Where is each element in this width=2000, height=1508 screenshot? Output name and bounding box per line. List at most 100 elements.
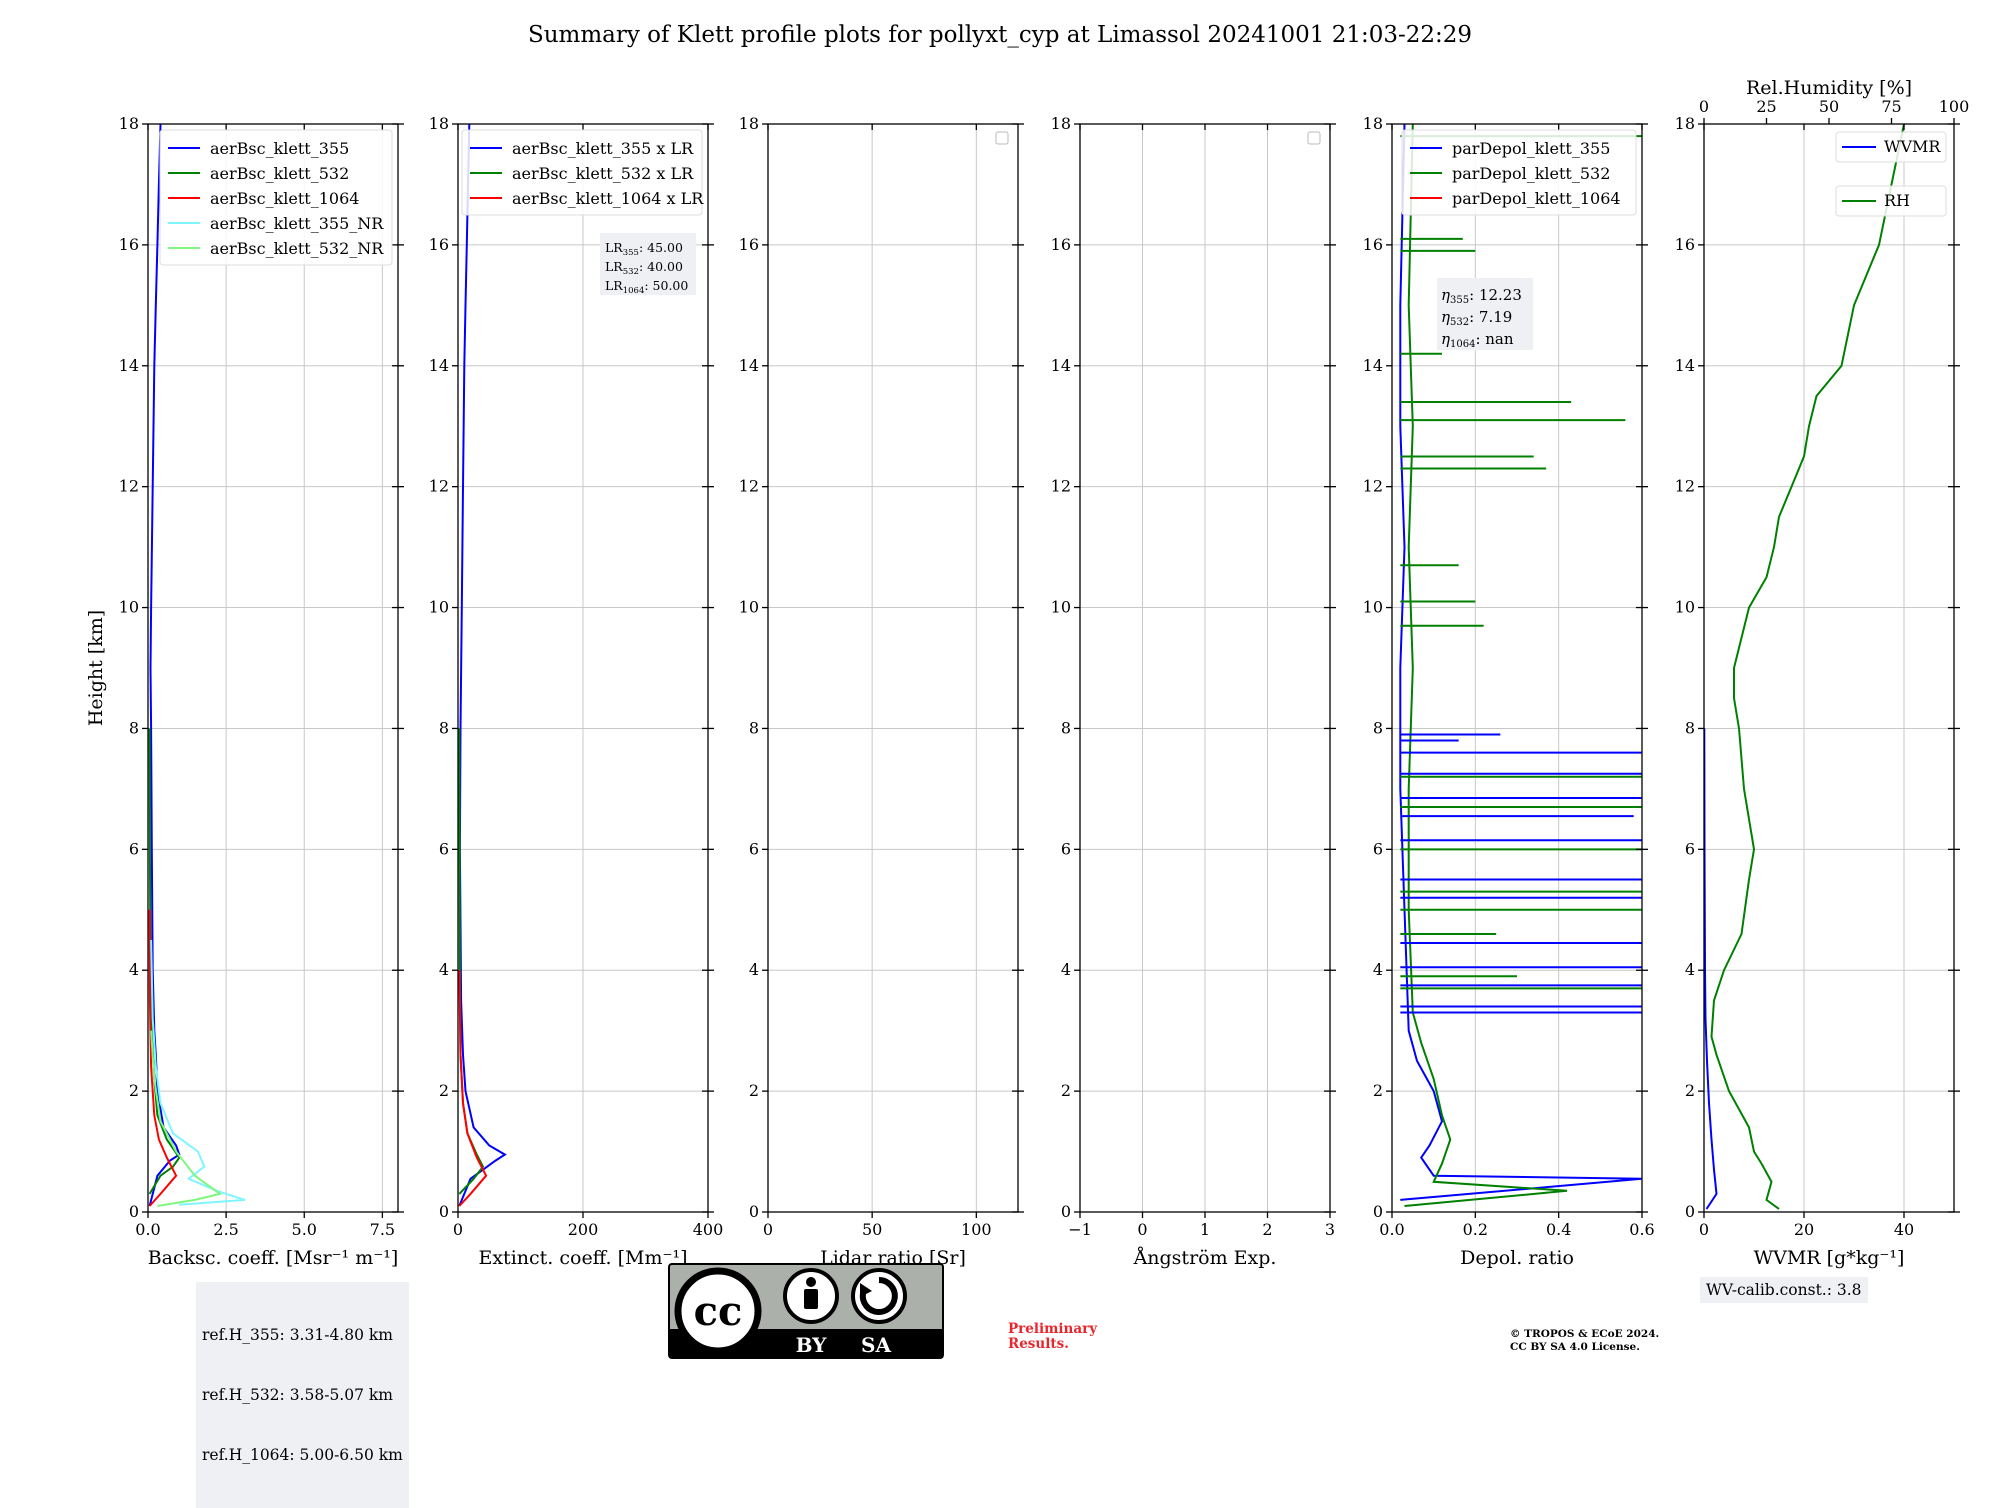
xtick-label: 400 <box>693 1220 724 1239</box>
ytick-label: 18 <box>1363 114 1383 133</box>
xtick-label: 5.0 <box>292 1220 317 1239</box>
ytick-label: 2 <box>129 1081 139 1100</box>
ytick-label: 16 <box>1363 235 1383 254</box>
series-aerBsc_klett_532 <box>148 728 181 1195</box>
ytick-label: 0 <box>1685 1202 1695 1221</box>
ytick-label: 8 <box>1061 718 1071 737</box>
ytick-label: 0 <box>439 1202 449 1221</box>
ytick-label: 10 <box>1363 598 1383 617</box>
copyright-note: © TROPOS & ECoE 2024. CC BY SA 4.0 Licen… <box>1510 1328 1660 1353</box>
cc-sa-label: SA <box>861 1333 891 1357</box>
xtick-label: 0 <box>763 1220 773 1239</box>
ytick-label: 6 <box>1061 839 1071 858</box>
series-aerBsc_klett_532 x LR <box>458 728 485 1195</box>
xtick-label: 0.6 <box>1629 1220 1654 1239</box>
panel-data <box>458 124 507 1207</box>
ytick-label: 14 <box>1675 356 1695 375</box>
ytick-label: 8 <box>749 718 759 737</box>
ytick-label: 16 <box>429 235 449 254</box>
legend-entry: aerBsc_klett_355 <box>210 139 349 158</box>
figure: Summary of Klett profile plots for polly… <box>0 0 2000 1508</box>
ytick-label: 10 <box>429 598 449 617</box>
ytick-label: 8 <box>1373 718 1383 737</box>
xtick-label: 0.0 <box>1379 1220 1404 1239</box>
ytick-label: 18 <box>1051 114 1071 133</box>
xtick-label: 200 <box>568 1220 599 1239</box>
x2tick-label: 100 <box>1939 97 1970 116</box>
legend-entry: aerBsc_klett_532 <box>210 164 349 183</box>
ytick-label: 10 <box>1675 598 1695 617</box>
ytick-label: 4 <box>1373 960 1383 979</box>
ytick-label: 12 <box>1675 477 1695 496</box>
cc-label: cc <box>694 1288 743 1335</box>
empty-legend <box>1307 131 1321 145</box>
ytick-label: 12 <box>739 477 759 496</box>
ytick-label: 2 <box>1685 1081 1695 1100</box>
ytick-label: 10 <box>1051 598 1071 617</box>
xlabel: Extinct. coeff. [Mm⁻¹] <box>478 1247 687 1269</box>
empty-legend <box>995 131 1009 145</box>
ytick-label: 2 <box>439 1081 449 1100</box>
ytick-label: 10 <box>739 598 759 617</box>
ref-height-532: ref.H_532: 3.58-5.07 km <box>202 1386 393 1404</box>
xtick-label: 0 <box>453 1220 463 1239</box>
ytick-label: 4 <box>439 960 449 979</box>
panel-data <box>148 124 246 1207</box>
ytick-label: 4 <box>129 960 139 979</box>
xtick-label: 0.2 <box>1463 1220 1488 1239</box>
xtick-label: −1 <box>1068 1220 1092 1239</box>
legend-entry: parDepol_klett_532 <box>1452 164 1610 183</box>
xtick-label: 0.0 <box>135 1220 160 1239</box>
xlabel: Depol. ratio <box>1460 1247 1574 1269</box>
xtick-label: 0 <box>1699 1220 1709 1239</box>
legend-entry: parDepol_klett_355 <box>1452 139 1610 158</box>
legend-entry: parDepol_klett_1064 <box>1452 189 1621 208</box>
ytick-label: 0 <box>1061 1202 1071 1221</box>
cc-by-sa-logo: cc BY SA <box>668 1263 944 1359</box>
x2tick-label: 75 <box>1881 97 1901 116</box>
xtick-label: 0 <box>1137 1220 1147 1239</box>
preliminary-note: Preliminary Results. <box>1008 1321 1098 1352</box>
panel-6: 0246810121416180 20 40WVMR [g*kg⁻¹]0 25 50 75… <box>1675 77 1970 1269</box>
ytick-label: 8 <box>439 718 449 737</box>
series-WVMR <box>1704 728 1718 1210</box>
xlabel: WVMR [g*kg⁻¹] <box>1754 1247 1905 1269</box>
xtick-label: 2 <box>1262 1220 1272 1239</box>
ytick-label: 6 <box>129 839 139 858</box>
ytick-label: 12 <box>119 477 139 496</box>
ytick-label: 2 <box>749 1081 759 1100</box>
ytick-label: 0 <box>129 1202 139 1221</box>
xtick-label: 100 <box>961 1220 992 1239</box>
legend-entry: aerBsc_klett_1064 <box>210 189 359 208</box>
wv-calib-box: WV-calib.const.: 3.8 <box>1700 1277 1868 1303</box>
legend-entry: aerBsc_klett_355 x LR <box>512 139 694 158</box>
ytick-label: 14 <box>119 356 139 375</box>
legend-entry: RH <box>1884 191 1910 210</box>
ref-heights-box: ref.H_355: 3.31-4.80 km ref.H_532: 3.58-… <box>196 1282 409 1508</box>
plots-canvas: 0246810121416180.0 2.5 5.0 7.5Backsc. coeff… <box>85 77 1970 1269</box>
ytick-label: 0 <box>1373 1202 1383 1221</box>
xlabel: Backsc. coeff. [Msr⁻¹ m⁻¹] <box>148 1247 399 1269</box>
legend-entry: aerBsc_klett_355_NR <box>210 214 384 233</box>
ytick-label: 14 <box>1051 356 1071 375</box>
cc-by-label: BY <box>796 1333 828 1357</box>
x2tick-label: 25 <box>1756 97 1776 116</box>
ytick-label: 0 <box>749 1202 759 1221</box>
ytick-label: 10 <box>119 598 139 617</box>
ytick-label: 6 <box>1373 839 1383 858</box>
ytick-label: 16 <box>739 235 759 254</box>
ytick-label: 12 <box>1051 477 1071 496</box>
xtick-label: 3 <box>1325 1220 1335 1239</box>
legend-entry: aerBsc_klett_532_NR <box>210 239 384 258</box>
legend-entry: aerBsc_klett_1064 x LR <box>512 189 704 208</box>
ytick-label: 6 <box>1685 839 1695 858</box>
xtick-label: 2.5 <box>213 1220 238 1239</box>
ytick-label: 6 <box>439 839 449 858</box>
xtick-label: 50 <box>862 1220 882 1239</box>
ref-height-355: ref.H_355: 3.31-4.80 km <box>202 1326 393 1344</box>
series-aerBsc_klett_355 x LR <box>458 124 507 1207</box>
xtick-label: 20 <box>1794 1220 1814 1239</box>
xtick-label: 40 <box>1894 1220 1914 1239</box>
ytick-label: 4 <box>1061 960 1071 979</box>
ytick-label: 14 <box>1363 356 1383 375</box>
